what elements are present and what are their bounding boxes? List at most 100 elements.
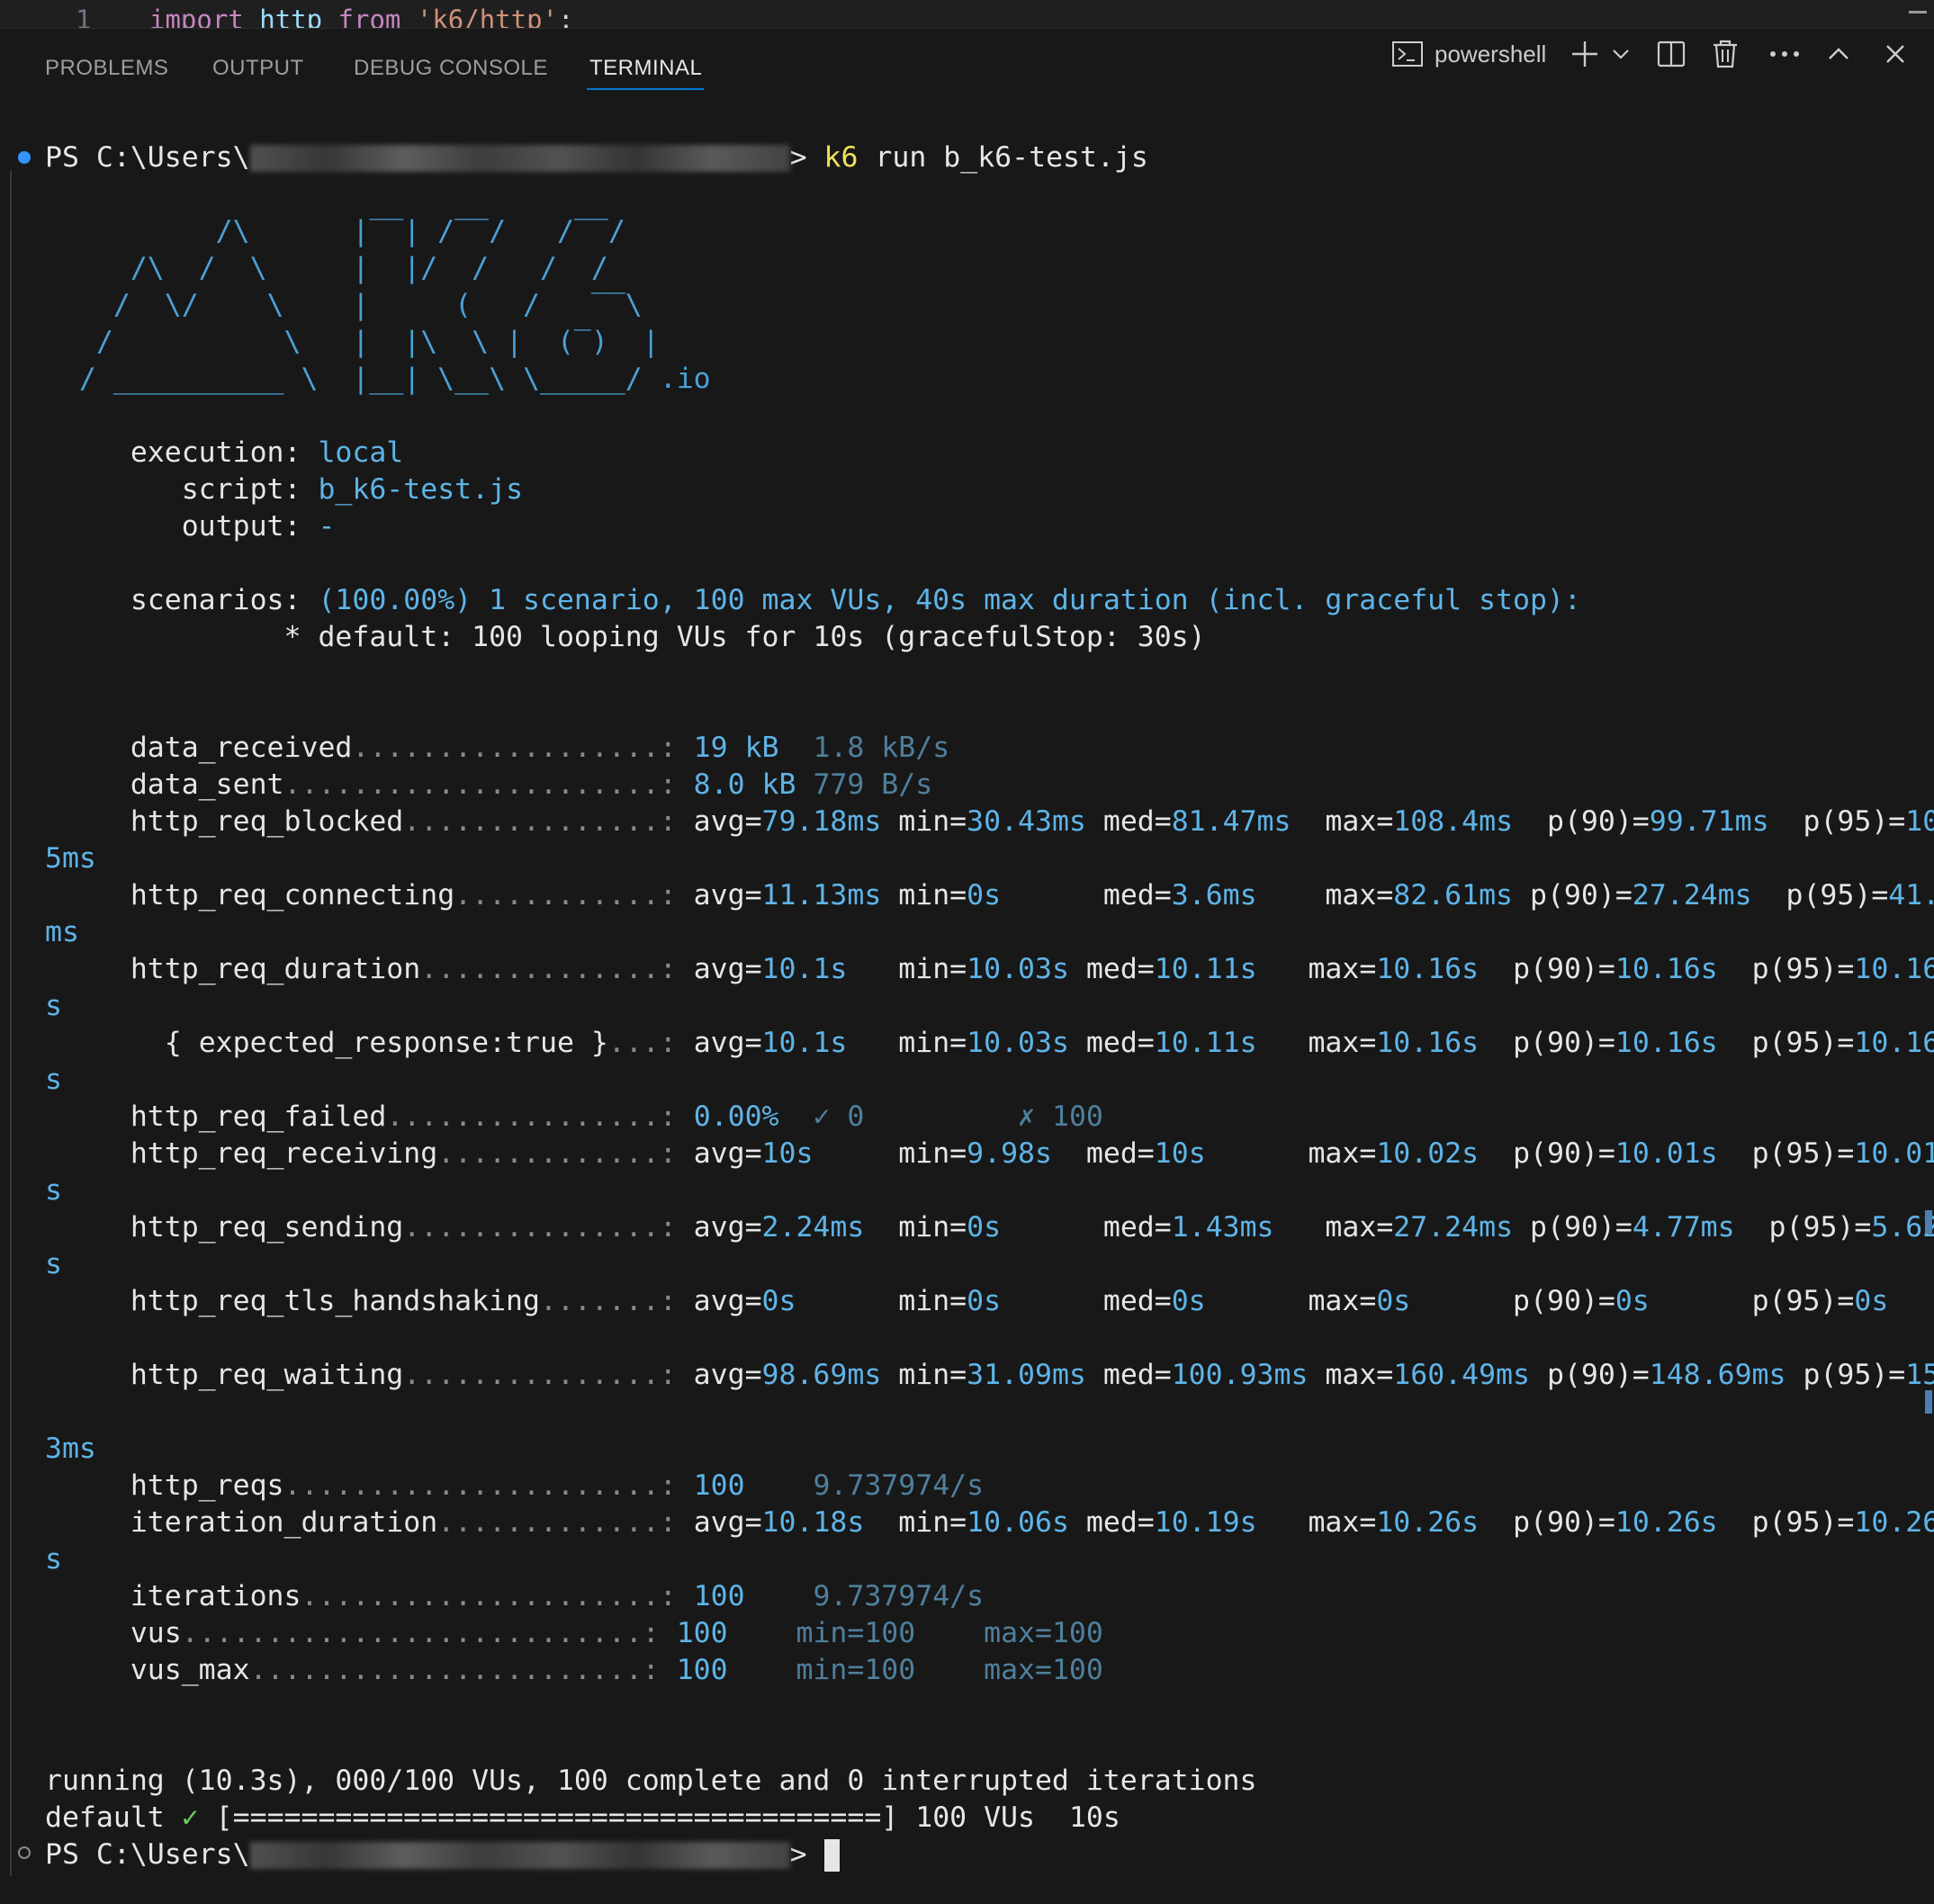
stat-value: 10.26s — [1376, 1506, 1480, 1539]
chevron-up-icon — [1827, 42, 1850, 66]
metric-dots: ...: — [607, 1027, 677, 1059]
close-panel-button[interactable] — [1884, 29, 1907, 79]
tab-output[interactable]: OUTPUT — [212, 56, 304, 81]
failed-count: ✗ 100 — [1018, 1100, 1103, 1133]
stat-label: p(90)= — [1530, 1211, 1633, 1244]
metric-value: 19 kB — [693, 732, 779, 764]
more-actions-button[interactable] — [1769, 29, 1800, 79]
terminal-profile-button[interactable]: powershell — [1391, 29, 1546, 79]
stat-value: 0s — [1171, 1285, 1206, 1317]
prompt-prefix: PS C:\Users\ — [45, 141, 250, 174]
launch-profile-dropdown[interactable] — [1611, 29, 1631, 79]
stat-value: 10.16s — [1615, 953, 1718, 985]
redacted-path — [249, 1842, 790, 1869]
metric-row: iterations.....................: 100 9.7… — [45, 1578, 984, 1615]
more-icon — [1769, 49, 1800, 58]
stat-label: avg= — [693, 1137, 762, 1170]
progress-time: 10s — [1068, 1801, 1120, 1834]
stat-value: 3.6ms — [1171, 879, 1257, 912]
command-success-decoration[interactable] — [18, 151, 31, 164]
stat-label: p(90)= — [1513, 953, 1615, 985]
progress-line: default ✓ [=============================… — [45, 1800, 1120, 1837]
code-line[interactable]: import http from 'k6/http'; — [149, 0, 573, 28]
k6-logo-line: /\ / \ | |/ / / / — [45, 252, 608, 284]
metric-value: 0.00% — [693, 1100, 779, 1133]
stat-value: 0s — [967, 1211, 1002, 1244]
stat-label: p(95)= — [1751, 1506, 1855, 1539]
metric-row: http_req_duration..............: avg=10.… — [45, 951, 1934, 988]
metric-wrap: s — [45, 990, 62, 1022]
tab-debug-console[interactable]: DEBUG CONSOLE — [354, 56, 548, 81]
metric-value: 100 — [693, 1580, 745, 1612]
trash-icon — [1712, 39, 1739, 69]
metric-wrap: ms — [45, 916, 79, 948]
progress-vus: 100 VUs — [915, 1801, 1035, 1834]
metric-row: http_req_failed................: 0.00% ✓… — [45, 1099, 1103, 1136]
stat-label: avg= — [693, 1285, 762, 1317]
terminal-output[interactable]: PS C:\Users\ > k6 run b_k6-test.js /\ |‾‾… — [0, 108, 1934, 1904]
stat-label: avg= — [693, 879, 762, 912]
stat-value: 10.16 — [1854, 1027, 1934, 1059]
metric-row: vus_max.......................: 100 min=… — [45, 1652, 1103, 1689]
metric-name: http_req_receiving — [130, 1137, 438, 1170]
stat-value: 10.26 — [1854, 1506, 1934, 1539]
chevron-down-icon — [1611, 44, 1631, 64]
stat-value: 1.43ms — [1171, 1211, 1274, 1244]
stat-label: max= — [1308, 1506, 1377, 1539]
stat-value: 31.09ms — [967, 1359, 1086, 1391]
metric-name: http_req_failed — [130, 1100, 387, 1133]
redacted-path — [249, 145, 790, 172]
stat-value: 10.06s — [967, 1506, 1069, 1539]
metric-wrap: 5ms — [45, 842, 96, 875]
stat-label: p(90)= — [1513, 1506, 1615, 1539]
command-pending-decoration[interactable] — [18, 1846, 31, 1859]
stat-label: min= — [898, 805, 967, 838]
stat-label: med= — [1085, 1027, 1155, 1059]
stat-value: 0s — [1854, 1285, 1889, 1317]
metric-name: { expected_response:true } — [164, 1027, 608, 1059]
prompt-arrow: > — [789, 141, 807, 174]
stat-label: med= — [1102, 879, 1172, 912]
metric-dots: ......................: — [283, 768, 677, 801]
stat-label: min= — [898, 1027, 967, 1059]
k6-logo-text: / __________ \ |__| \__\ \_____/ — [45, 363, 643, 395]
code-keyword: import — [149, 4, 244, 28]
stat-value: 10.16s — [1376, 953, 1480, 985]
metric-row: data_received..................: 19 kB 1… — [45, 730, 949, 767]
stat-label: min= — [898, 1359, 967, 1391]
prompt-line: PS C:\Users\ > k6 run b_k6-test.js — [45, 139, 1148, 176]
kill-terminal-button[interactable] — [1712, 29, 1739, 79]
active-tab-indicator — [587, 88, 704, 90]
k6-logo-line: / __________ \ |__| \__\ \_____/ .io — [45, 361, 711, 398]
metric-min: min=100 — [796, 1654, 916, 1686]
stat-label: min= — [898, 953, 967, 985]
stat-label: min= — [898, 1506, 967, 1539]
stat-value: 10.19s — [1154, 1506, 1257, 1539]
prompt-line[interactable]: PS C:\Users\ > — [45, 1837, 840, 1873]
stat-label: avg= — [693, 1211, 762, 1244]
split-terminal-button[interactable] — [1657, 29, 1686, 79]
stat-label: avg= — [693, 805, 762, 838]
stat-value: 10.1s — [761, 1027, 848, 1059]
metric-rate: 1.8 kB/s — [813, 732, 950, 764]
metric-value: 100 — [693, 1469, 745, 1502]
line-number: 1 — [76, 4, 92, 28]
stat-label: p(95)= — [1803, 1359, 1906, 1391]
stat-label: med= — [1085, 1506, 1155, 1539]
tab-problems[interactable]: PROBLEMS — [45, 56, 168, 81]
stat-value: 79.18ms — [761, 805, 882, 838]
scenario-detail-line: * default: 100 looping VUs for 10s (grac… — [45, 619, 1206, 656]
stat-label: max= — [1325, 1211, 1394, 1244]
editor-code-strip[interactable]: 1 import http from 'k6/http'; — [0, 0, 1934, 28]
stat-value: 10.16 — [1854, 953, 1934, 985]
new-terminal-button[interactable] — [1570, 29, 1600, 79]
metric-name: http_req_duration — [130, 953, 421, 985]
editor-scroll-marker — [1909, 11, 1927, 13]
tab-terminal[interactable]: TERMINAL — [589, 56, 702, 81]
maximize-panel-button[interactable] — [1827, 29, 1850, 79]
metric-row: http_reqs......................: 100 9.7… — [45, 1468, 984, 1504]
stat-label: med= — [1102, 805, 1172, 838]
scrollbar-marker — [1925, 1210, 1932, 1234]
stat-value: 108.4ms — [1393, 805, 1514, 838]
stat-value: 10.01s — [1615, 1137, 1718, 1170]
